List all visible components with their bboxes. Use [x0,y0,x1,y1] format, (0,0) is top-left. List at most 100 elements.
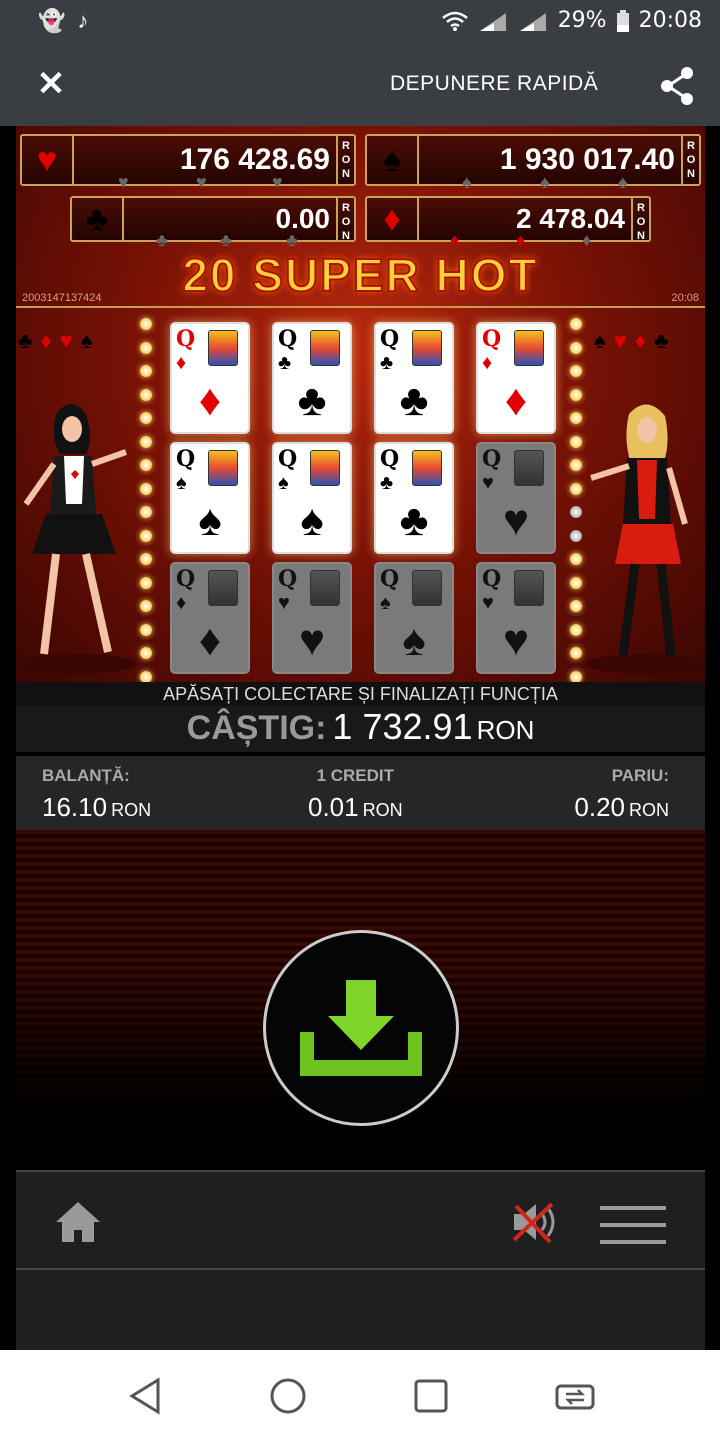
switch-app-button[interactable] [554,1376,595,1416]
queen-face-icon [310,330,340,366]
share-icon [661,67,693,105]
card-suit-large: ♥ [502,496,530,545]
queen-face-icon [208,450,238,486]
card-queen: Q ♦ ♦ [170,562,250,674]
balance-unit: RON [111,800,152,820]
light-bulb [570,600,582,612]
light-bulb [140,670,152,682]
spade-icon: ♠ [618,172,628,192]
heart-icon: ♥ [118,172,129,192]
hamburger-menu-icon [600,1206,666,1244]
recents-icon [414,1379,448,1413]
close-button[interactable]: ✕ [34,64,68,104]
tiktok-icon: ♪ [77,8,89,33]
light-bulb [570,412,582,424]
card-rank: Q [278,566,298,592]
card-suit-large: ♣ [399,376,429,425]
collect-button[interactable] [263,930,459,1126]
card-suit-large: ♦ [504,376,528,425]
switch-app-icon [555,1384,595,1410]
heart-icon: ♥ [22,136,74,184]
card-rank: Q [176,326,196,352]
bet-label: PARIU: [611,766,669,785]
game-toolbar [16,1170,705,1270]
light-bulb [140,318,152,330]
queen-face-icon [412,570,442,606]
card-queen: Q ♦ ♦ [476,322,556,434]
card-queen: Q ♠ ♠ [170,442,250,554]
light-bulb [570,529,582,542]
jackpot-unit: RON [681,136,699,184]
card-rank: Q [380,326,400,352]
queen-face-icon [514,450,544,486]
light-bulb [140,623,152,636]
card-suit-large: ♦ [198,376,222,425]
heart-icon: ♥ [59,328,73,353]
slot-game-area[interactable]: ♥ 176 428.69 RON ♠ 1 930 017.40 RON ♣ 0.… [16,126,705,682]
card-rank: Q [278,446,298,472]
club-icon: ♣ [18,328,33,353]
side-suits-left: ♣ ♦ ♥ ♠ [18,328,92,354]
back-button[interactable] [126,1376,166,1416]
diamond-icon: ♦ [40,328,52,353]
card-queen: Q ♣ ♣ [272,322,352,434]
diamond-icon: ♦ [634,328,646,353]
recents-button[interactable] [411,1376,451,1416]
jackpot-spades: ♠ 1 930 017.40 RON [365,134,701,186]
card-rank: Q [482,326,502,352]
card-suit-small: ♠ [176,472,187,494]
queen-face-icon [208,570,238,606]
card-queen: Q ♥ ♥ [272,562,352,674]
queen-face-icon [514,570,544,606]
light-bulb [140,412,152,424]
card-queen: Q ♦ ♦ [170,322,250,434]
share-button[interactable] [656,64,700,108]
light-bulb [140,365,152,377]
light-bulb [570,576,582,589]
jackpot-unit: RON [336,198,354,242]
light-bulb [140,600,152,612]
signal-icon [519,12,546,31]
card-suit-small: ♦ [176,352,187,374]
club-icon: ♣ [72,198,124,240]
game-id: 2003147137424 [22,292,102,304]
jackpot-clubs: ♣ 0.00 RON [70,196,356,242]
light-bulb [140,647,152,659]
balance-info: BALANȚĂ: 16.10 RON [42,766,151,823]
sound-toggle-button[interactable] [510,1200,566,1244]
battery-percent: 29% [557,8,607,33]
download-icon [300,980,422,1076]
status-right: 29% 20:08 [441,8,702,33]
home-nav-button[interactable] [268,1376,308,1416]
light-bulb [570,459,582,471]
menu-button[interactable] [600,1206,666,1244]
queen-face-icon [514,330,544,366]
diamond-icon: ♦ [367,198,419,240]
card-suit-small: ♠ [278,472,289,494]
card-suit-small: ♦ [482,352,493,374]
win-value: 1 732.91 [332,706,473,747]
light-bulb [570,506,582,518]
light-bulb [140,506,152,518]
spade-icon: ♠ [80,328,93,353]
home-button[interactable] [54,1200,102,1244]
light-bulb [140,459,152,471]
card-suit-large: ♠ [300,496,324,545]
jackpot-unit: RON [336,136,354,184]
card-suit-large: ♣ [297,376,327,425]
bet-value: 0.20 [574,792,625,822]
queen-face-icon [310,450,340,486]
credit-value: 0.01 [308,792,359,822]
card-suit-large: ♥ [502,616,530,665]
signal-icon [479,12,506,31]
app-header: ✕ DEPUNERE RAPIDĂ [0,44,720,126]
card-queen: Q ♠ ♠ [374,562,454,674]
jackpot-hearts: ♥ 176 428.69 RON [20,134,356,186]
club-icon: ♣ [653,328,669,353]
game-title: 20 SUPER HOT [181,248,539,302]
heart-icon: ♥ [272,172,283,192]
status-left-icons: 👻 ♪ [38,8,88,34]
credit-label: 1 CREDIT [316,766,395,785]
card-rank: Q [278,326,298,352]
card-suit-small: ♣ [380,352,394,374]
